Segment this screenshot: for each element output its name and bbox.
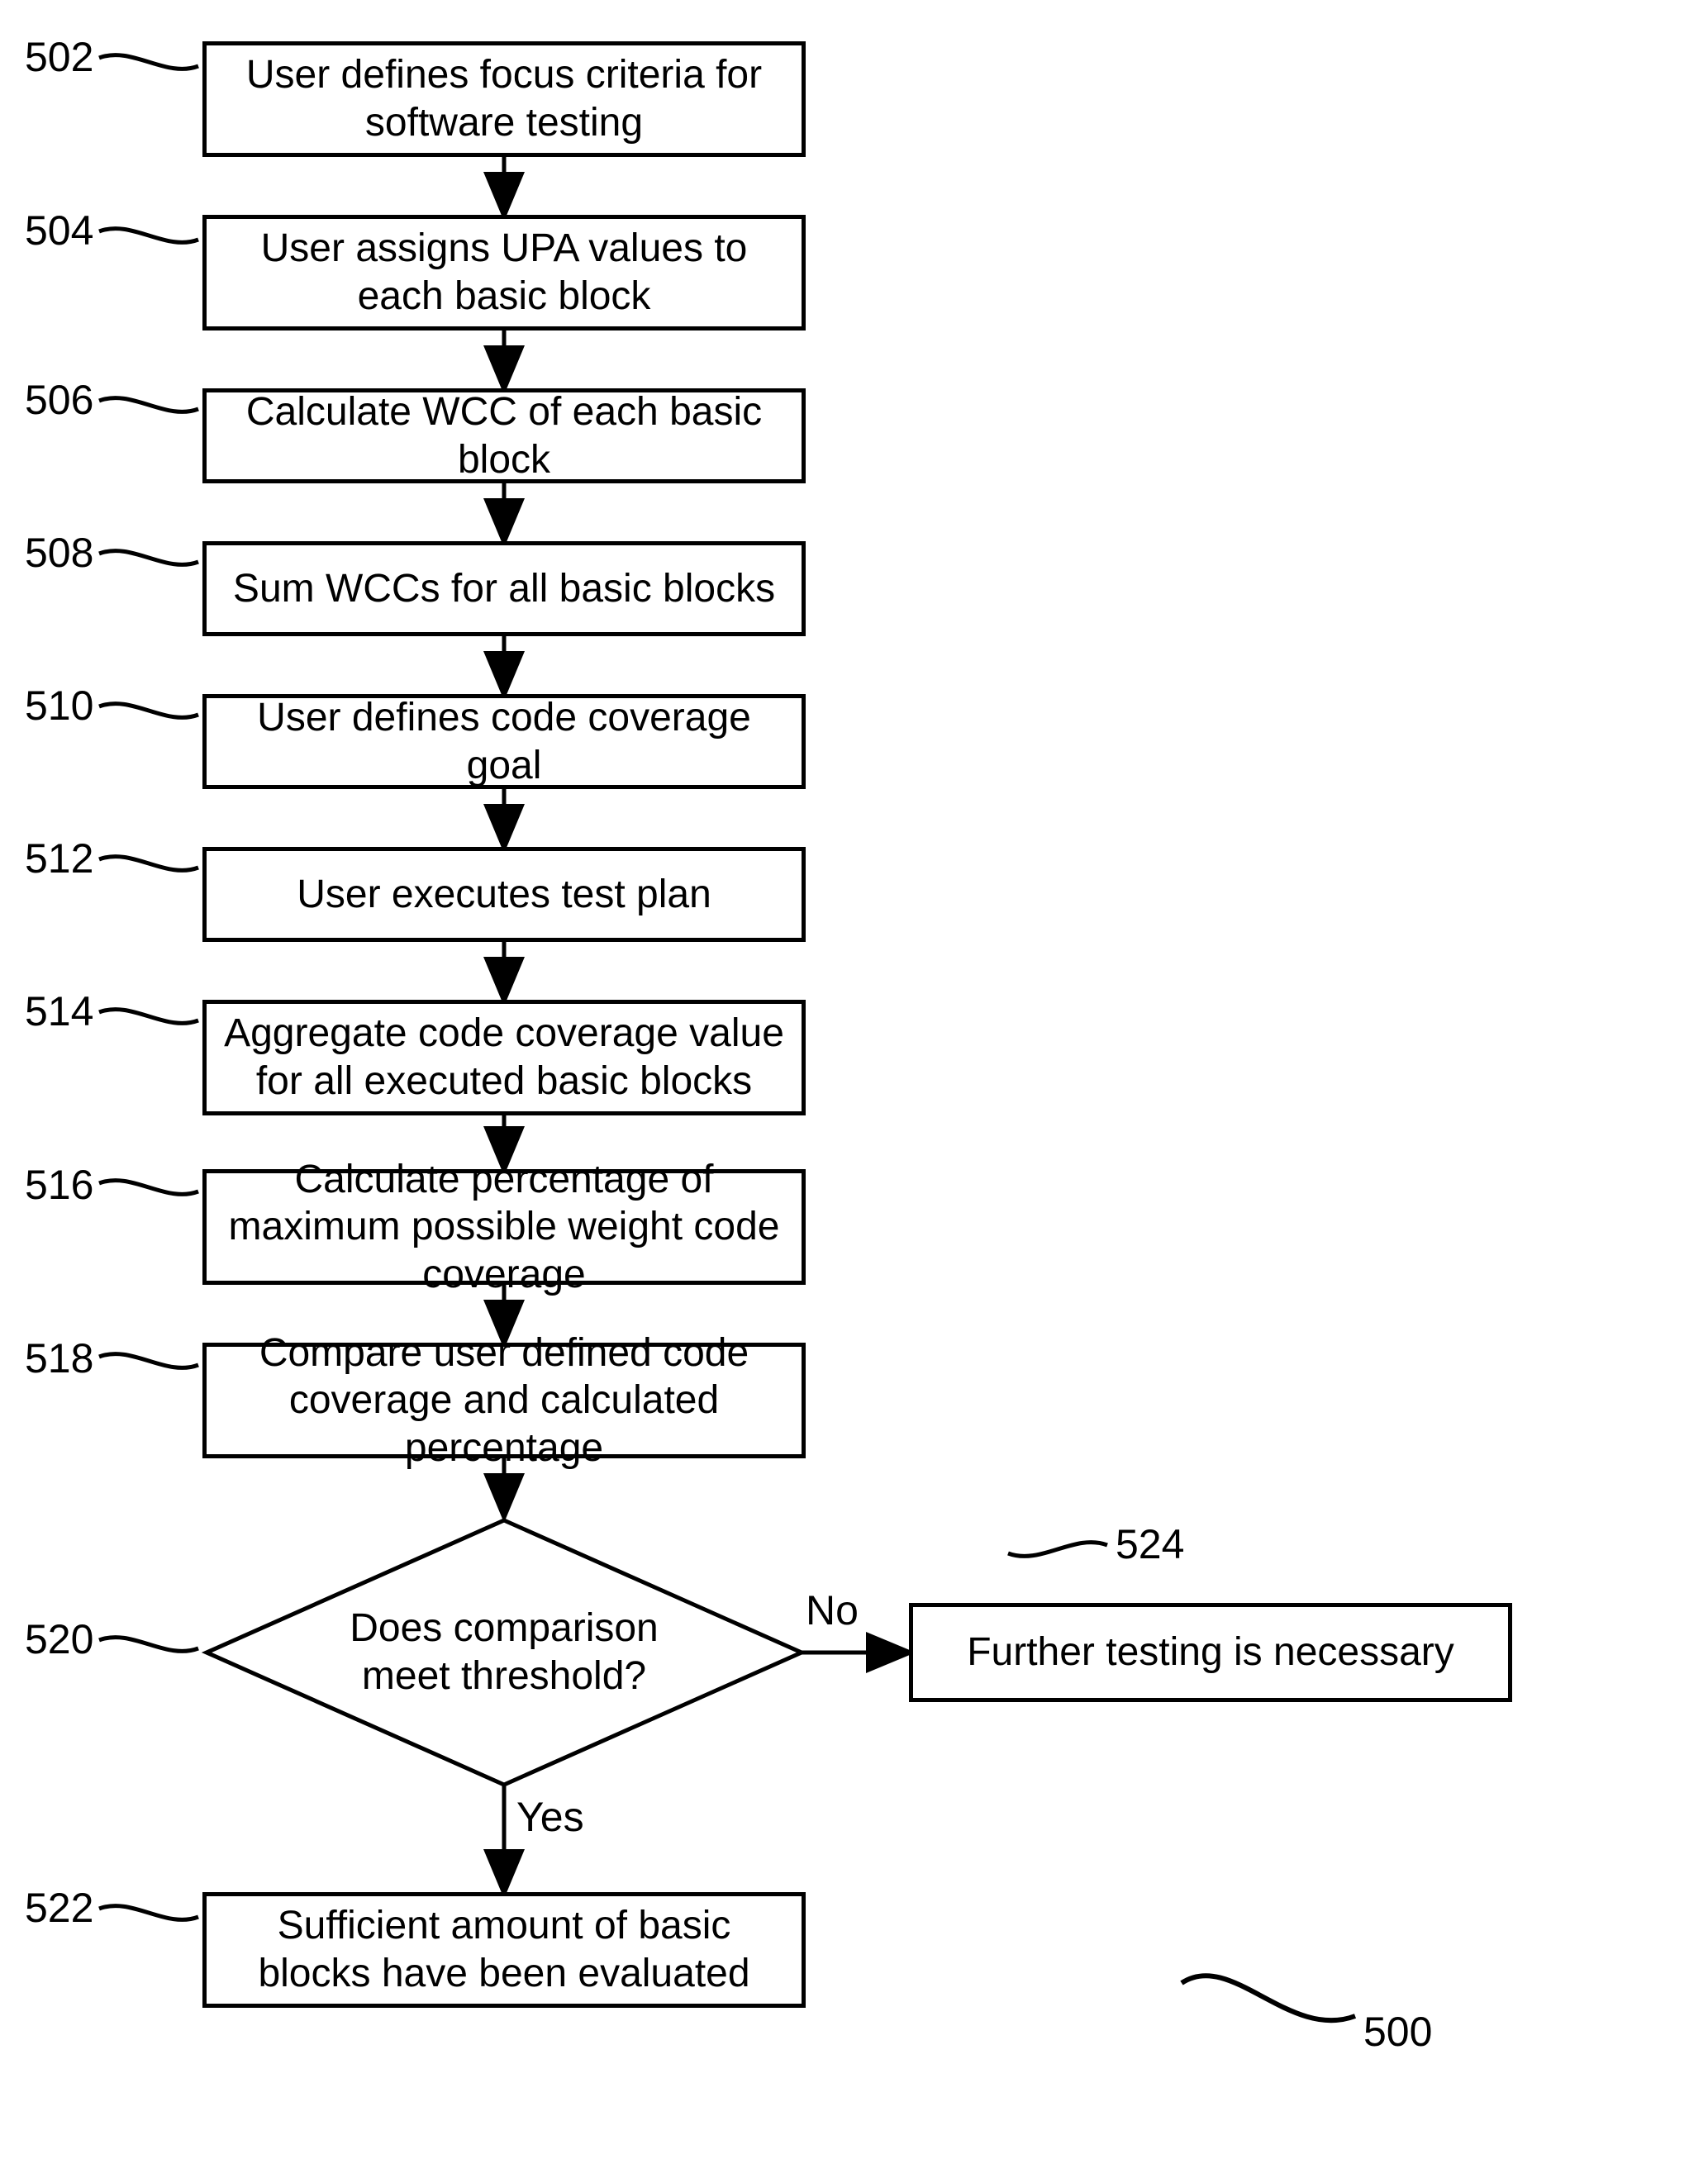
step-512-box: User executes test plan — [202, 847, 806, 942]
step-510-text: User defines code coverage goal — [223, 694, 785, 789]
step-514-text: Aggregate code coverage value for all ex… — [223, 1010, 785, 1105]
step-516-text: Calculate percentage of maximum possible… — [223, 1156, 785, 1299]
label-yes: Yes — [516, 1793, 584, 1841]
step-512-text: User executes test plan — [297, 871, 711, 919]
ref-510: 510 — [25, 682, 93, 730]
ref-512: 512 — [25, 835, 93, 882]
label-no: No — [806, 1586, 859, 1634]
step-522-box: Sufficient amount of basic blocks have b… — [202, 1892, 806, 2008]
step-516-box: Calculate percentage of maximum possible… — [202, 1169, 806, 1285]
ref-504: 504 — [25, 207, 93, 254]
ref-516: 516 — [25, 1161, 93, 1209]
decision-520-text: Does comparison meet threshold? — [306, 1595, 702, 1710]
step-522-text: Sufficient amount of basic blocks have b… — [223, 1902, 785, 1997]
ref-522: 522 — [25, 1884, 93, 1932]
flowchart-canvas: 502 504 506 508 510 512 514 516 518 520 … — [0, 0, 1708, 2178]
ref-514: 514 — [25, 987, 93, 1035]
ref-524: 524 — [1116, 1520, 1184, 1568]
step-506-box: Calculate WCC of each basic block — [202, 388, 806, 483]
step-524-box: Further testing is necessary — [909, 1603, 1512, 1702]
step-510-box: User defines code coverage goal — [202, 694, 806, 789]
step-502-text: User defines focus criteria for software… — [223, 51, 785, 146]
ref-520: 520 — [25, 1615, 93, 1663]
step-504-text: User assigns UPA values to each basic bl… — [223, 225, 785, 320]
step-514-box: Aggregate code coverage value for all ex… — [202, 1000, 806, 1115]
step-504-box: User assigns UPA values to each basic bl… — [202, 215, 806, 331]
ref-506: 506 — [25, 376, 93, 424]
step-502-box: User defines focus criteria for software… — [202, 41, 806, 157]
ref-502: 502 — [25, 33, 93, 81]
step-518-text: Compare user defined code coverage and c… — [223, 1329, 785, 1472]
ref-518: 518 — [25, 1334, 93, 1382]
step-508-box: Sum WCCs for all basic blocks — [202, 541, 806, 636]
step-506-text: Calculate WCC of each basic block — [223, 388, 785, 483]
ref-500: 500 — [1363, 2008, 1432, 2056]
step-518-box: Compare user defined code coverage and c… — [202, 1343, 806, 1458]
step-508-text: Sum WCCs for all basic blocks — [233, 565, 775, 613]
step-524-text: Further testing is necessary — [967, 1629, 1454, 1676]
ref-508: 508 — [25, 529, 93, 577]
